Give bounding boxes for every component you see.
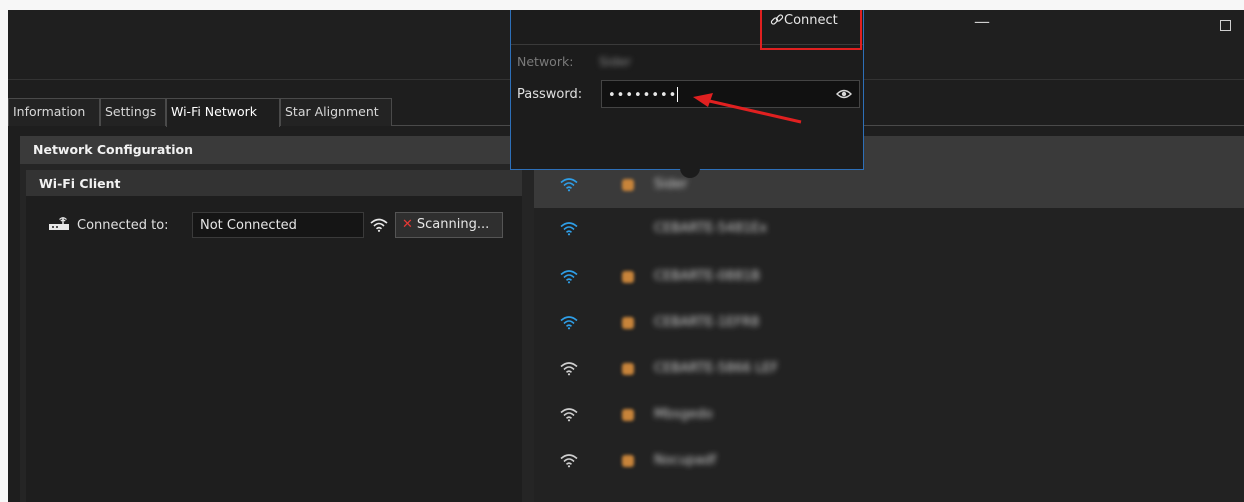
network-name: Sider: [654, 177, 688, 192]
connected-network-field: Not Connected: [192, 212, 364, 238]
lock-icon: [622, 271, 634, 283]
text-cursor: [677, 87, 679, 102]
cancel-x-icon: ✕: [402, 217, 413, 232]
password-mask: ••••••••: [608, 88, 678, 103]
network-name: Nocupadf: [654, 453, 717, 468]
network-row[interactable]: Nocupadf: [534, 440, 1244, 484]
network-value: Sider: [599, 54, 632, 69]
show-password-eye-icon[interactable]: [836, 88, 852, 100]
connect-button[interactable]: Connect: [760, 10, 862, 50]
wifi-signal-icon: [560, 222, 578, 236]
lock-icon: [622, 455, 634, 467]
wifi-client-panel: Wi-Fi Client Connected to: Not Connected…: [26, 170, 522, 502]
connected-to-label: Connected to:: [77, 218, 169, 233]
router-icon: [49, 217, 69, 230]
network-name: CEBARTE-0881B: [654, 269, 761, 284]
lock-icon: [622, 179, 634, 191]
wifi-signal-icon: [560, 316, 578, 330]
network-configuration-header: Network Configuration: [20, 136, 528, 164]
network-name: CEBARTE-5866 LEF: [654, 361, 779, 376]
app-window: — Information Settings Wi-Fi Network Sta…: [8, 10, 1244, 502]
link-icon: [770, 14, 784, 25]
network-name: CEBARTE-1EFR8: [654, 315, 760, 330]
annotation-arrow-icon: [693, 93, 802, 124]
network-row[interactable]: CEBARTE-0881B: [534, 256, 1244, 300]
scan-button[interactable]: ✕ Scanning...: [395, 212, 503, 238]
lock-icon: [622, 409, 634, 421]
wifi-signal-icon: [560, 408, 578, 422]
lock-icon: [622, 363, 634, 375]
wifi-client-header: Wi-Fi Client: [26, 170, 522, 196]
network-row[interactable]: Sider: [534, 164, 1244, 208]
maximize-button[interactable]: [1220, 20, 1231, 31]
tab-wifi-network[interactable]: Wi-Fi Network: [166, 98, 280, 127]
connect-button-label: Connect: [784, 13, 838, 28]
wifi-signal-icon: [560, 362, 578, 376]
tab-settings[interactable]: Settings: [100, 98, 166, 126]
network-row[interactable]: CEBARTE-5481Ex: [534, 208, 1244, 252]
scan-button-label: Scanning...: [416, 217, 490, 232]
network-row[interactable]: CEBARTE-1EFR8: [534, 302, 1244, 346]
minimize-button[interactable]: —: [974, 12, 990, 31]
network-list: Sider CEBARTE-5481Ex CEBARTE-0881B CEBAR…: [534, 164, 1244, 502]
wifi-icon: [370, 218, 388, 232]
wifi-signal-icon: [560, 270, 578, 284]
lock-icon: [622, 317, 634, 329]
network-row[interactable]: Mbsgedo: [534, 394, 1244, 438]
network-label: Network:: [517, 54, 574, 69]
network-row[interactable]: CEBARTE-5866 LEF: [534, 348, 1244, 392]
wifi-signal-icon: [560, 454, 578, 468]
password-label: Password:: [517, 87, 583, 102]
tab-star-alignment[interactable]: Star Alignment: [280, 98, 392, 126]
wifi-signal-icon: [560, 178, 578, 192]
main-content: Network Configuration Wi-Fi Client Conne…: [20, 136, 1244, 502]
network-name: CEBARTE-5481Ex: [654, 221, 768, 236]
network-name: Mbsgedo: [654, 407, 713, 422]
tab-information[interactable]: Information: [8, 98, 100, 126]
